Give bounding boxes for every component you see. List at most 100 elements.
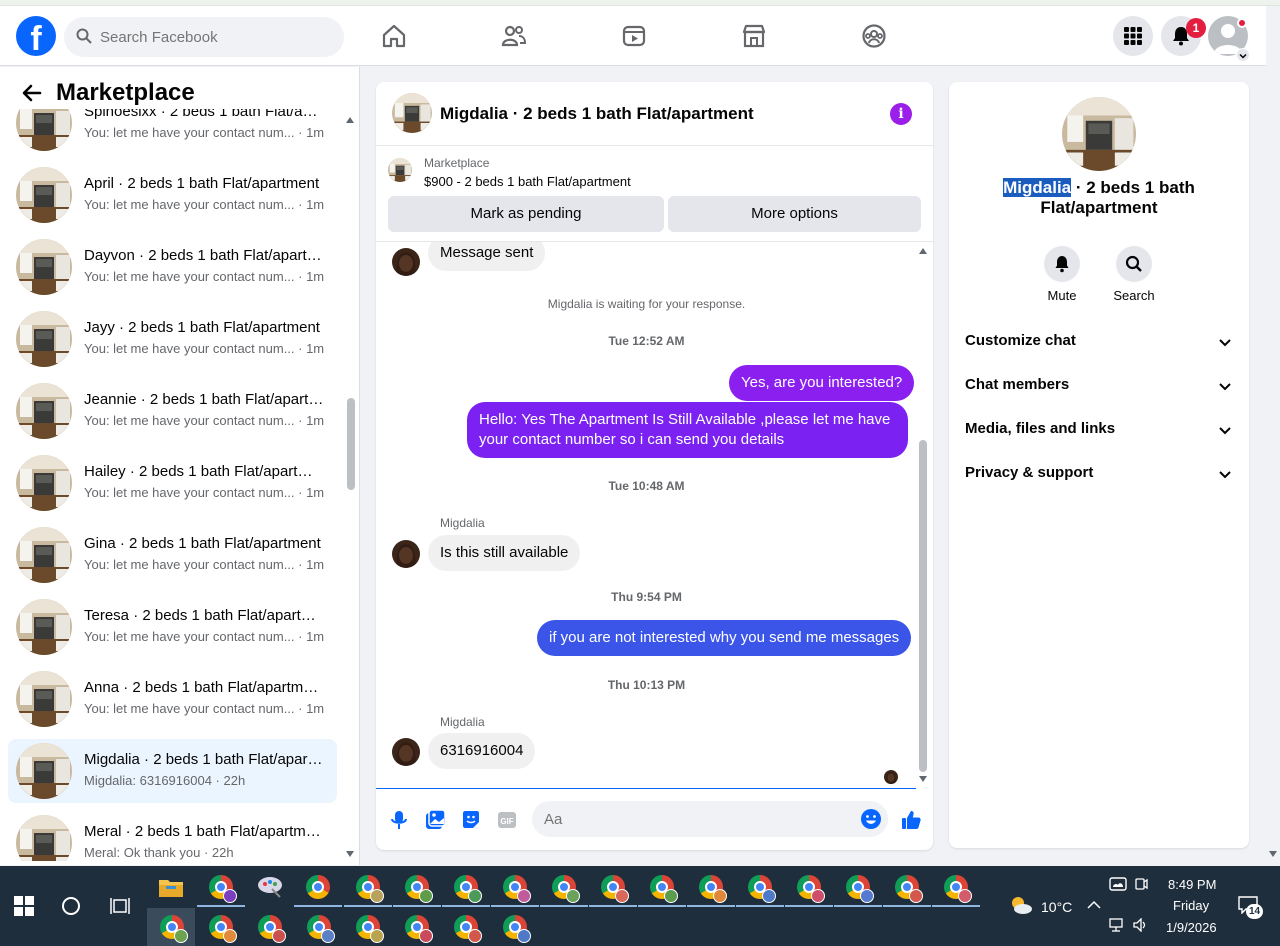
listing-thumbnail — [16, 109, 72, 151]
sender-name: Migdalia — [440, 715, 485, 729]
chrome-taskbar-icon[interactable] — [638, 871, 686, 907]
media-files-links-row[interactable]: Media, files and links — [957, 408, 1241, 452]
listing-thumbnail — [16, 239, 72, 295]
conversation-preview: You: let me have your contact num... · 1… — [84, 125, 325, 140]
conversation-item[interactable]: April · 2 beds 1 bath Flat/apartment You… — [8, 163, 337, 227]
conversation-item[interactable]: Jeannie · 2 beds 1 bath Flat/apartment Y… — [8, 379, 337, 443]
chrome-taskbar-icon[interactable] — [589, 871, 637, 907]
message-bubble-incoming: Message sent — [428, 242, 546, 271]
scroll-down-icon — [919, 776, 927, 782]
chrome-taskbar-icon[interactable] — [294, 871, 342, 907]
scrollbar-thumb[interactable] — [919, 440, 927, 772]
message-input-box[interactable] — [532, 801, 888, 837]
chrome-taskbar-icon[interactable] — [491, 871, 539, 907]
conversation-item[interactable]: Teresa · 2 beds 1 bath Flat/apartment Yo… — [8, 595, 337, 659]
chrome-taskbar-icon[interactable] — [785, 871, 833, 907]
conversation-name: April · 2 beds 1 bath Flat/apartment — [84, 175, 320, 192]
chrome-taskbar-icon[interactable] — [401, 911, 433, 943]
message-input[interactable] — [544, 801, 844, 837]
chrome-taskbar-icon[interactable] — [344, 871, 392, 907]
chevron-up-icon[interactable] — [1087, 900, 1101, 910]
search-input[interactable] — [100, 17, 330, 57]
conversation-item[interactable]: Anna · 2 beds 1 bath Flat/apartment You:… — [8, 667, 337, 731]
chrome-taskbar-icon[interactable] — [205, 911, 237, 943]
volume-icon[interactable] — [1133, 918, 1149, 932]
cortana-search-icon[interactable] — [62, 897, 80, 915]
chrome-taskbar-icon[interactable] — [450, 911, 482, 943]
chat-members-row[interactable]: Chat members — [957, 364, 1241, 408]
chrome-taskbar-icon[interactable] — [156, 911, 188, 943]
account-chevron[interactable] — [1236, 48, 1250, 62]
more-options-button[interactable]: More options — [668, 196, 921, 232]
scrollbar-thumb[interactable] — [347, 398, 355, 490]
chat-avatar[interactable] — [392, 93, 432, 133]
network-icon[interactable] — [1109, 918, 1127, 932]
microphone-icon[interactable] — [388, 809, 410, 831]
privacy-support-row[interactable]: Privacy & support — [957, 452, 1241, 496]
weather-temperature[interactable]: 10°C — [1041, 899, 1072, 915]
home-icon[interactable] — [380, 22, 408, 50]
inbox-scrollbar[interactable] — [344, 115, 356, 857]
chrome-taskbar-icon[interactable] — [540, 871, 588, 907]
conversation-item[interactable]: Meral · 2 beds 1 bath Flat/apartment Mer… — [8, 811, 337, 861]
gif-icon[interactable]: GIF — [496, 809, 518, 831]
chrome-taskbar-icon[interactable] — [393, 871, 441, 907]
info-icon[interactable]: i — [890, 103, 912, 125]
back-arrow-icon[interactable] — [20, 81, 44, 105]
windows-start-icon[interactable] — [14, 896, 34, 916]
paint-app-icon[interactable] — [256, 875, 284, 899]
chrome-taskbar-icon[interactable] — [442, 871, 490, 907]
photo-icon[interactable] — [424, 809, 446, 831]
chrome-taskbar-icon[interactable] — [687, 871, 735, 907]
conversation-item[interactable]: Hailey · 2 beds 1 bath Flat/apartment Yo… — [8, 451, 337, 515]
chrome-taskbar-icon[interactable] — [736, 871, 784, 907]
mute-button[interactable]: Mute — [1022, 246, 1102, 303]
groups-icon[interactable] — [860, 22, 888, 50]
conversation-item[interactable]: Gina · 2 beds 1 bath Flat/apartment You:… — [8, 523, 337, 587]
weather-icon[interactable] — [1008, 894, 1034, 916]
chrome-taskbar-icon[interactable] — [883, 871, 931, 907]
search-box[interactable] — [64, 17, 344, 57]
browser-scrollbar[interactable] — [1266, 6, 1280, 866]
listing-price-title[interactable]: $900 - 2 beds 1 bath Flat/apartment — [424, 174, 631, 189]
menu-button[interactable] — [1113, 16, 1153, 56]
listing-thumbnail[interactable] — [388, 158, 412, 182]
conversation-item[interactable]: Spinoesixx · 2 beds 1 bath Flat/apartmen… — [8, 109, 337, 155]
chrome-taskbar-icon[interactable] — [197, 871, 245, 907]
conversation-item-active[interactable]: Migdalia · 2 beds 1 bath Flat/apartment … — [8, 739, 337, 803]
clock-date[interactable]: 1/9/2026 — [1166, 920, 1217, 935]
file-explorer-icon[interactable] — [158, 876, 184, 898]
facebook-logo[interactable]: f — [16, 16, 56, 56]
friends-icon[interactable] — [500, 22, 528, 50]
meet-now-icon[interactable] — [1134, 877, 1148, 891]
emoji-icon[interactable] — [860, 808, 882, 830]
clock-day[interactable]: Friday — [1173, 898, 1209, 913]
chrome-taskbar-icon[interactable] — [499, 911, 531, 943]
task-view-icon[interactable] — [110, 897, 130, 915]
row-label: Privacy & support — [965, 464, 1094, 481]
chat-scrollbar[interactable] — [916, 244, 930, 784]
chrome-taskbar-icon[interactable] — [352, 911, 384, 943]
marketplace-icon[interactable] — [740, 22, 768, 50]
chrome-taskbar-icon[interactable] — [254, 911, 286, 943]
listing-thumbnail — [16, 167, 72, 223]
chrome-taskbar-icon[interactable] — [303, 911, 335, 943]
facebook-header: f 1 — [0, 6, 1266, 66]
clock-time[interactable]: 8:49 PM — [1168, 877, 1216, 892]
listing-card: Marketplace $900 - 2 beds 1 bath Flat/ap… — [376, 146, 933, 242]
video-icon[interactable] — [620, 22, 648, 50]
sticker-icon[interactable] — [460, 809, 482, 831]
details-avatar[interactable] — [1062, 97, 1136, 171]
conversation-item[interactable]: Dayvon · 2 beds 1 bath Flat/apartment Yo… — [8, 235, 337, 299]
customize-chat-row[interactable]: Customize chat — [957, 320, 1241, 364]
conversation-name: Anna · 2 beds 1 bath Flat/apartment — [84, 679, 324, 696]
onedrive-icon[interactable] — [1109, 877, 1127, 891]
mark-as-pending-button[interactable]: Mark as pending — [388, 196, 664, 232]
chrome-taskbar-icon[interactable] — [932, 871, 980, 907]
chrome-taskbar-icon[interactable] — [834, 871, 882, 907]
conversation-item[interactable]: Jayy · 2 beds 1 bath Flat/apartment You:… — [8, 307, 337, 371]
chat-title[interactable]: Migdalia · 2 beds 1 bath Flat/apartment — [440, 104, 754, 124]
search-in-chat-button[interactable]: Search — [1094, 246, 1174, 303]
thumbs-up-icon[interactable] — [900, 809, 922, 831]
timestamp: Thu 9:54 PM — [611, 590, 682, 604]
